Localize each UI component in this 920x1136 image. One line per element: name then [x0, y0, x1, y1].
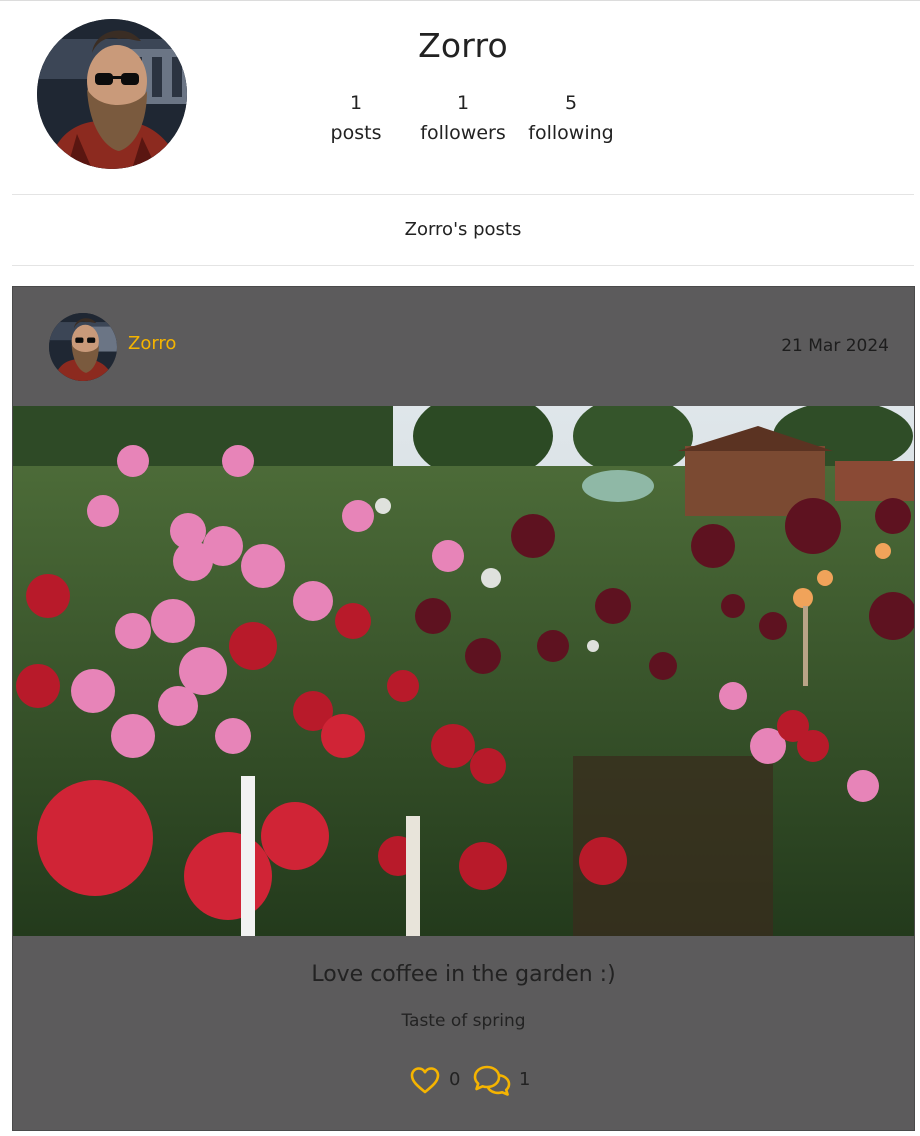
stat-posts-label: posts [330, 122, 382, 144]
divider [12, 265, 914, 266]
stat-following-value: 5 [564, 92, 578, 114]
post-actions: 0 1 [13, 1063, 914, 1097]
post-date: 21 Mar 2024 [781, 336, 889, 356]
post-author-avatar[interactable] [49, 313, 117, 381]
profile-username: Zorro [418, 26, 508, 65]
post-author-link[interactable]: Zorro [128, 333, 176, 354]
comments-icon[interactable] [471, 1063, 513, 1097]
stat-posts-value: 1 [349, 92, 363, 114]
stat-followers-value: 1 [456, 92, 470, 114]
post-body: Taste of spring [401, 1011, 526, 1031]
stat-followers[interactable]: 1 followers [408, 88, 518, 148]
stat-followers-label: followers [420, 122, 506, 144]
post-title: Love coffee in the garden :) [311, 962, 616, 987]
comment-count: 1 [519, 1069, 531, 1090]
post-image[interactable] [13, 406, 914, 936]
section-title: Zorro's posts [404, 219, 522, 240]
profile-header: Zorro 1 posts 1 followers 5 following [0, 0, 920, 194]
stat-posts[interactable]: 1 posts [301, 88, 411, 148]
stat-following-label: following [528, 122, 614, 144]
stat-following[interactable]: 5 following [516, 88, 626, 148]
divider [12, 194, 914, 195]
post-card: Zorro 21 Mar 2024 Love coffee in the gar… [12, 286, 915, 1131]
like-count: 0 [449, 1069, 461, 1090]
heart-icon[interactable] [409, 1065, 441, 1095]
